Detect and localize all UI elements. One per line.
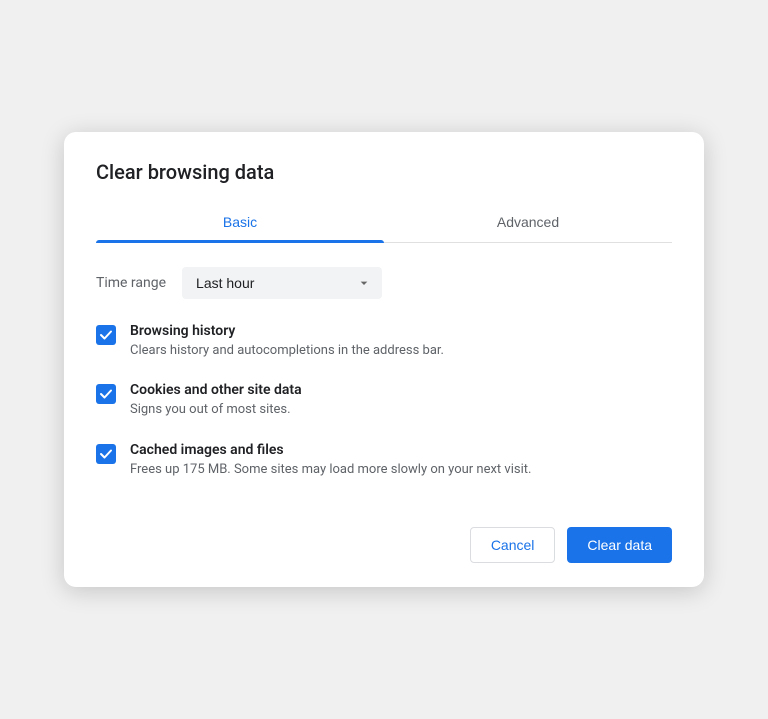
checkbox-cached[interactable] [96, 444, 116, 464]
clear-browsing-data-dialog: Clear browsing data Basic Advanced Time … [64, 132, 704, 587]
browsing-history-desc: Clears history and autocompletions in th… [130, 342, 444, 360]
time-range-label: Time range [96, 275, 166, 291]
cookies-title: Cookies and other site data [130, 382, 302, 398]
dialog-footer: Cancel Clear data [96, 511, 672, 563]
tab-basic[interactable]: Basic [96, 204, 384, 242]
cached-desc: Frees up 175 MB. Some sites may load mor… [130, 461, 531, 479]
checkbox-browsing-history[interactable] [96, 325, 116, 345]
cached-title: Cached images and files [130, 442, 531, 458]
dialog-title: Clear browsing data [96, 160, 672, 184]
clear-data-button[interactable]: Clear data [567, 527, 672, 563]
tab-advanced[interactable]: Advanced [384, 204, 672, 242]
checkbox-item-browsing-history: Browsing history Clears history and auto… [96, 323, 672, 360]
browsing-history-title: Browsing history [130, 323, 444, 339]
tab-bar: Basic Advanced [96, 204, 672, 243]
checkbox-cookies[interactable] [96, 384, 116, 404]
checkbox-item-cached: Cached images and files Frees up 175 MB.… [96, 442, 672, 479]
checkbox-item-cookies: Cookies and other site data Signs you ou… [96, 382, 672, 419]
cookies-desc: Signs you out of most sites. [130, 401, 302, 419]
time-range-row: Time range Last hour Last 24 hours Last … [96, 267, 672, 299]
time-range-select[interactable]: Last hour Last 24 hours Last 7 days Last… [182, 267, 382, 299]
cancel-button[interactable]: Cancel [470, 527, 556, 563]
